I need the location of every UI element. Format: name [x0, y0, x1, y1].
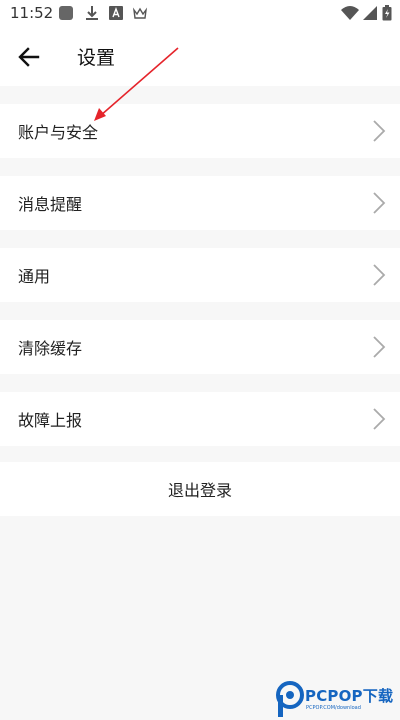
logout-label: 退出登录: [167, 481, 232, 500]
watermark: PCPOP下载 PCPOP.COM/download: [276, 681, 400, 720]
back-arrow-icon: [18, 47, 40, 67]
app-bar: 设置: [0, 28, 400, 86]
download-icon: [86, 6, 98, 20]
wifi-icon: [341, 6, 359, 20]
chevron-right-icon: [373, 408, 386, 430]
logout-button[interactable]: 退出登录: [0, 462, 400, 516]
watermark-text: PCPOP下载: [305, 687, 394, 705]
settings-item-label: 故障上报: [18, 411, 83, 430]
page-title: 设置: [77, 47, 116, 69]
a-icon: [109, 6, 123, 20]
status-time: 11:52: [10, 4, 54, 22]
settings-item-clear-cache[interactable]: 清除缓存: [0, 320, 400, 374]
app-icon: [59, 6, 73, 20]
settings-item-report-issue[interactable]: 故障上报: [0, 392, 400, 446]
crown-icon: [132, 7, 148, 19]
settings-item-account-security[interactable]: 账户与安全: [0, 104, 400, 158]
back-button[interactable]: [14, 42, 44, 72]
settings-item-notifications[interactable]: 消息提醒: [0, 176, 400, 230]
status-bar: 11:52: [0, 0, 400, 28]
chevron-right-icon: [373, 120, 386, 142]
pcpop-logo-icon: [276, 681, 304, 717]
battery-icon: [382, 5, 392, 21]
signal-icon: [363, 6, 377, 20]
settings-item-label: 账户与安全: [18, 123, 99, 142]
settings-item-label: 消息提醒: [18, 195, 83, 214]
chevron-right-icon: [373, 192, 386, 214]
settings-item-label: 通用: [18, 267, 51, 286]
watermark-subtext: PCPOP.COM/download: [306, 705, 361, 711]
chevron-right-icon: [373, 336, 386, 358]
settings-item-label: 清除缓存: [18, 339, 83, 358]
settings-list: 账户与安全 消息提醒 通用 清除缓存 故障上报: [0, 104, 400, 464]
chevron-right-icon: [373, 264, 386, 286]
settings-item-general[interactable]: 通用: [0, 248, 400, 302]
